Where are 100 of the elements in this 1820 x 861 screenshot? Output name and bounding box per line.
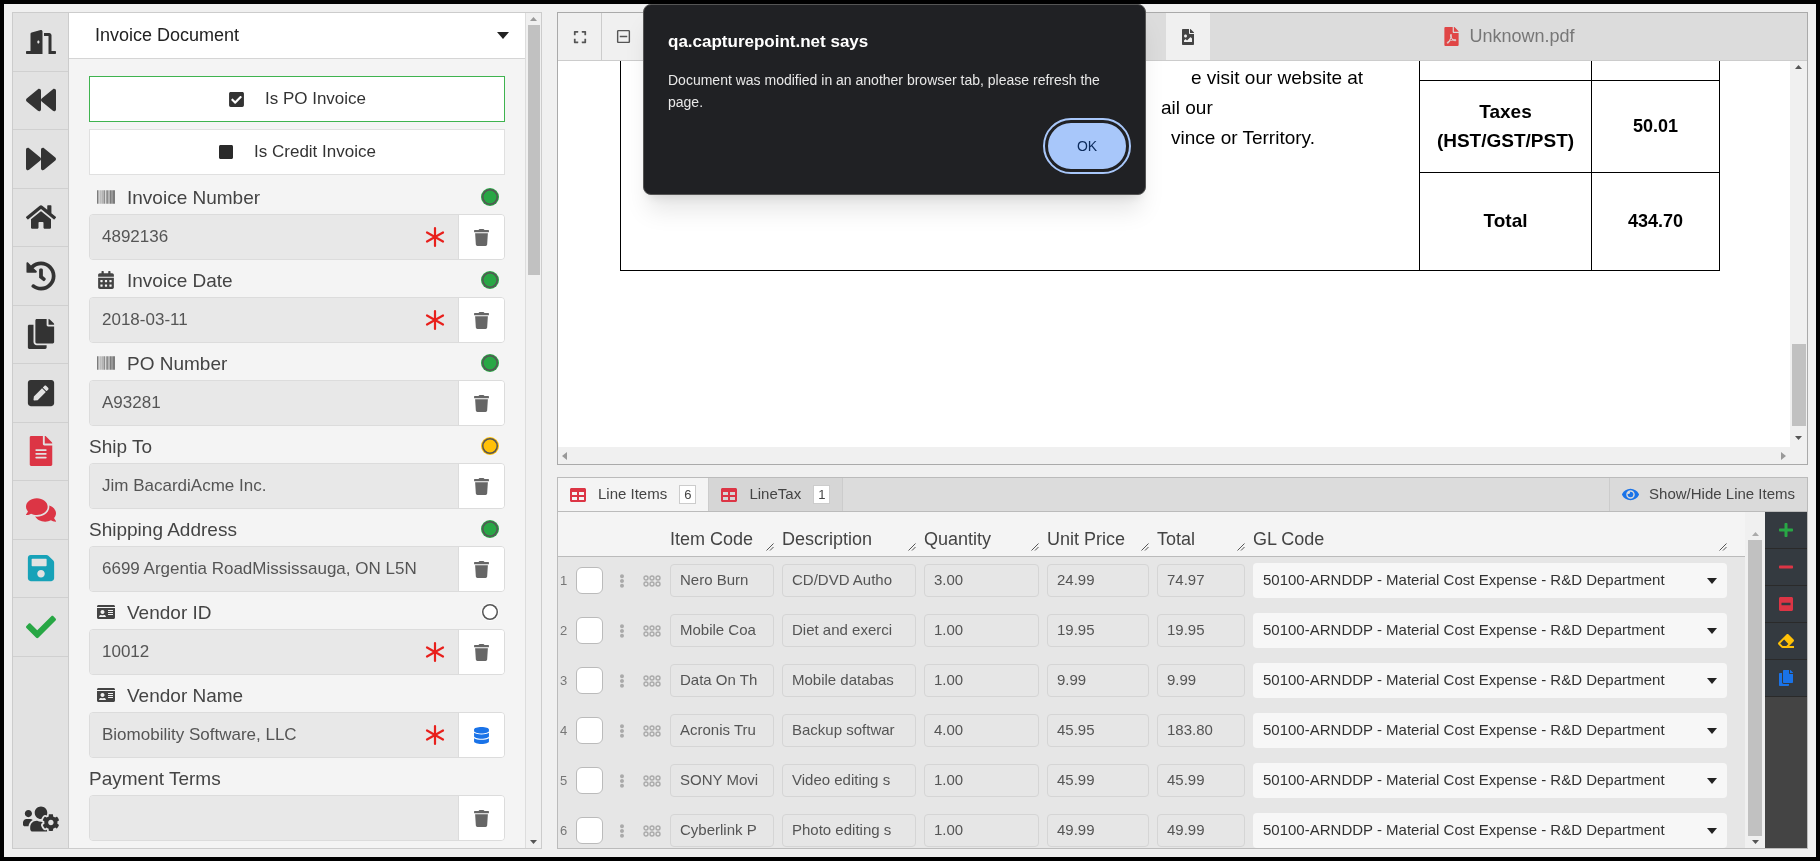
table-cell-field[interactable]: 74.97: [1157, 564, 1245, 597]
delete-button[interactable]: [458, 464, 504, 508]
table-cell-field[interactable]: 45.95: [1047, 714, 1149, 747]
scrollbar-thumb[interactable]: [527, 25, 540, 275]
row-checkbox[interactable]: [576, 717, 603, 744]
table-cell-field[interactable]: Cyberlink P: [670, 814, 774, 847]
document-tab[interactable]: Unknown.pdf: [1210, 13, 1807, 60]
ok-button[interactable]: OK: [1045, 120, 1129, 172]
table-cell-field[interactable]: Diet and exerci: [782, 614, 916, 647]
table-cell-field[interactable]: 1.00: [924, 614, 1039, 647]
field-label: PO Number: [127, 353, 228, 373]
tab[interactable]: Line Items 6: [558, 478, 710, 511]
delete-button[interactable]: [458, 298, 504, 342]
grip-icon[interactable]: [643, 724, 661, 737]
tab[interactable]: LineTax 1: [709, 478, 844, 511]
grip-icon[interactable]: [643, 774, 661, 787]
table-cell-field[interactable]: 3.00: [924, 564, 1039, 597]
caret-icon: [1707, 577, 1717, 584]
table-cell-field[interactable]: 1.00: [924, 764, 1039, 797]
text-field[interactable]: A93281: [90, 381, 458, 425]
field-label: Vendor ID: [127, 602, 212, 622]
grip-icon[interactable]: [643, 574, 661, 587]
text-field[interactable]: 10012: [90, 630, 458, 674]
gl-code-dropdown[interactable]: 50100-ARNDDP - Material Cost Expense - R&D Department: [1253, 763, 1727, 798]
text-field[interactable]: 2018-03-11: [90, 298, 458, 342]
delete-button[interactable]: [458, 630, 504, 674]
scrollbar[interactable]: [525, 13, 541, 848]
row-checkbox[interactable]: [576, 667, 603, 694]
table-cell-field[interactable]: 9.99: [1157, 664, 1245, 697]
gl-code-dropdown[interactable]: 50100-ARNDDP - Material Cost Expense - R&D Department: [1253, 563, 1727, 598]
scroll-arrow-icon: [530, 17, 537, 21]
text-field[interactable]: [90, 796, 458, 840]
section-dropdown[interactable]: Invoice Document: [69, 13, 525, 59]
table-cell-field[interactable]: Photo editing s: [782, 814, 916, 847]
grip-icon[interactable]: [643, 674, 661, 687]
table-cell-field[interactable]: 19.95: [1047, 614, 1149, 647]
delete-button[interactable]: [458, 381, 504, 425]
row-checkbox[interactable]: [576, 767, 603, 794]
required-icon: [424, 226, 446, 248]
delete-button[interactable]: [458, 796, 504, 840]
table-cell-field[interactable]: 49.99: [1157, 814, 1245, 847]
table-cell-field[interactable]: SONY Movi: [670, 764, 774, 797]
grip-icon[interactable]: [643, 824, 661, 837]
table-cell-field[interactable]: 24.99: [1047, 564, 1149, 597]
table-cell-field[interactable]: 45.99: [1047, 764, 1149, 797]
row-checkbox[interactable]: [576, 617, 603, 644]
text-field[interactable]: 4892136: [90, 215, 458, 259]
edit-icon: [25, 377, 56, 408]
column-header: GL Code: [1253, 528, 1325, 551]
lookup-button[interactable]: [458, 713, 504, 757]
text-field[interactable]: 6699 Argentia RoadMississauga, ON L5N: [90, 547, 458, 591]
table-cell-field[interactable]: 9.99: [1047, 664, 1149, 697]
vertical-scrollbar[interactable]: [1745, 512, 1765, 848]
gl-code-dropdown[interactable]: 50100-ARNDDP - Material Cost Expense - R&D Department: [1253, 713, 1727, 748]
gl-code-dropdown[interactable]: 50100-ARNDDP - Material Cost Expense - R&D Department: [1253, 813, 1727, 848]
totals-value: 50.01: [1632, 115, 1678, 138]
toggle-button[interactable]: Is Credit Invoice: [89, 129, 505, 175]
table-cell-field[interactable]: 45.99: [1157, 764, 1245, 797]
caret-icon: [1707, 727, 1717, 734]
table-cell-field[interactable]: Acronis Tru: [670, 714, 774, 747]
checkbox[interactable]: [227, 90, 245, 108]
table-cell-field[interactable]: Nero Burn: [670, 564, 774, 597]
table-cell-field[interactable]: 4.00: [924, 714, 1039, 747]
field-label: Ship To: [89, 436, 153, 456]
table-cell-field[interactable]: 19.95: [1157, 614, 1245, 647]
table-cell-field[interactable]: CD/DVD Autho: [782, 564, 916, 597]
table-cell-field[interactable]: 183.80: [1157, 714, 1245, 747]
toggle-button[interactable]: Is PO Invoice: [89, 76, 505, 122]
horizontal-scrollbar[interactable]: [558, 447, 1790, 464]
trash-icon: [473, 477, 490, 495]
table-cell-field[interactable]: Backup softwar: [782, 714, 916, 747]
row-checkbox[interactable]: [576, 817, 603, 844]
clear-button[interactable]: [1765, 623, 1807, 660]
table-cell-field[interactable]: 1.00: [924, 814, 1039, 847]
gl-code-dropdown[interactable]: 50100-ARNDDP - Material Cost Expense - R&D Department: [1253, 613, 1727, 648]
table-cell-field[interactable]: Data On Th: [670, 664, 774, 697]
count-badge: 6: [679, 485, 697, 504]
grip-icon[interactable]: [643, 624, 661, 637]
text-field[interactable]: Jim BacardiAcme Inc.: [90, 464, 458, 508]
image-button[interactable]: [1166, 13, 1210, 60]
eraser-icon: [1778, 633, 1794, 649]
table-cell-field[interactable]: 1.00: [924, 664, 1039, 697]
delete-button[interactable]: [458, 215, 504, 259]
scrollbar-thumb[interactable]: [1748, 540, 1762, 836]
history-icon: [25, 260, 56, 291]
table-cell-field[interactable]: 49.99: [1047, 814, 1149, 847]
field-label: Vendor Name: [127, 685, 244, 705]
gl-code-dropdown[interactable]: 50100-ARNDDP - Material Cost Expense - R&D Department: [1253, 663, 1727, 698]
scrollbar-thumb[interactable]: [1791, 344, 1806, 426]
delete-button[interactable]: [458, 547, 504, 591]
table-cell-field[interactable]: Video editing s: [782, 764, 916, 797]
text-field[interactable]: Biomobility Software, LLC: [90, 713, 458, 757]
table-cell-field[interactable]: Mobile Coa: [670, 614, 774, 647]
row-checkbox[interactable]: [576, 567, 603, 594]
document-text: e visit our website at: [1191, 66, 1365, 90]
add-row-button[interactable]: [1765, 512, 1807, 549]
collapse-button[interactable]: [602, 13, 646, 60]
table-cell-field[interactable]: Mobile databas: [782, 664, 916, 697]
vertical-scrollbar[interactable]: [1790, 61, 1807, 464]
checkbox[interactable]: [218, 144, 235, 160]
